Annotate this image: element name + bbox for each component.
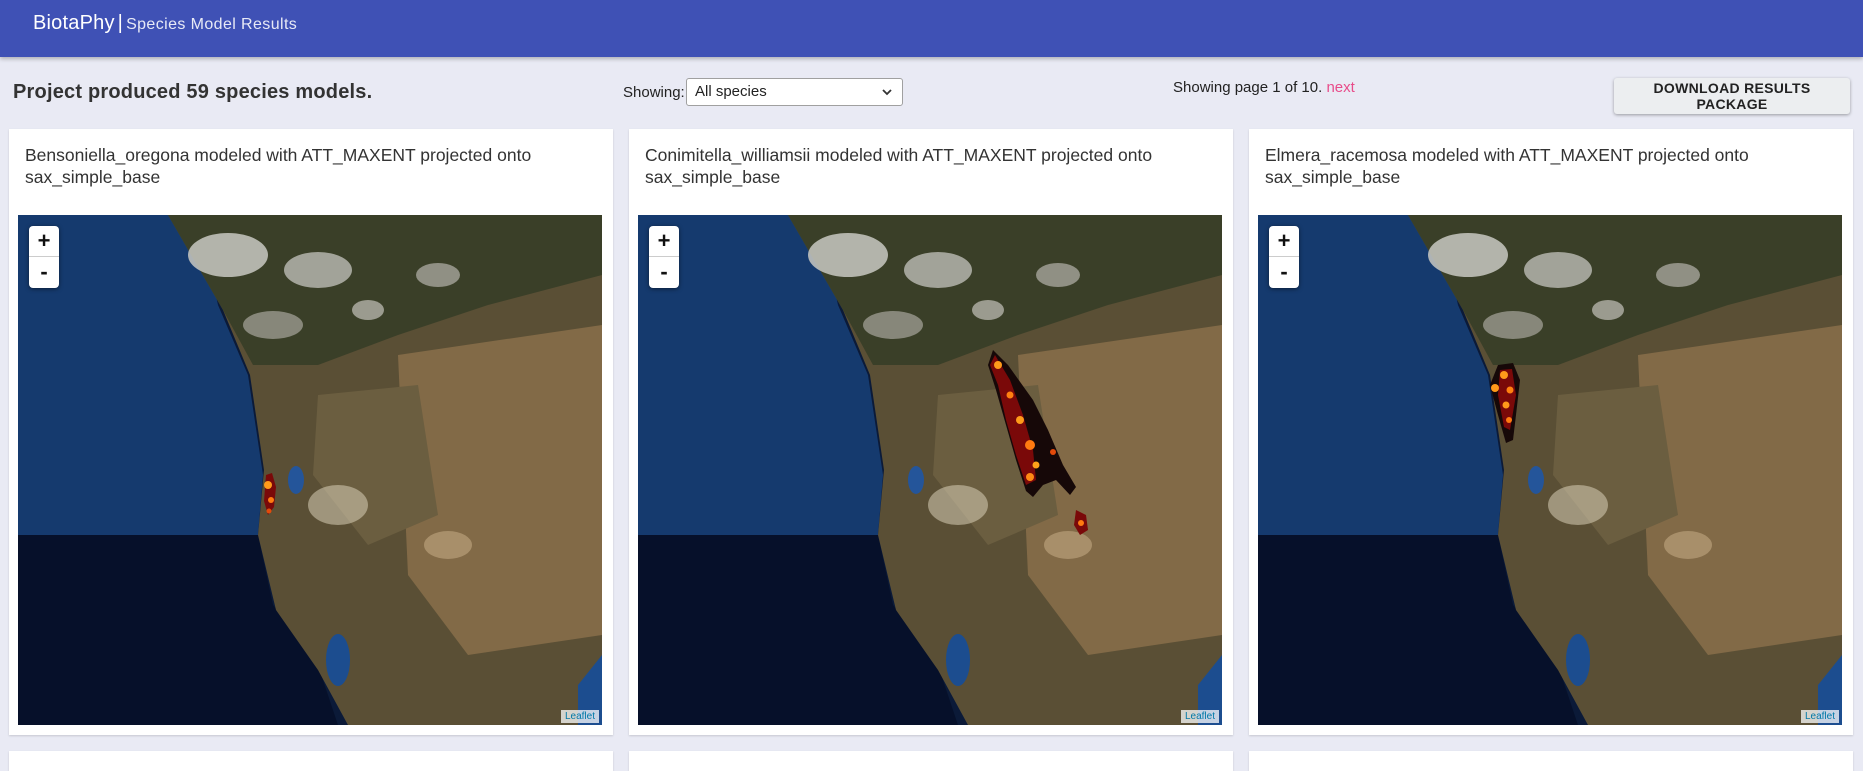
zoom-control: + -	[1269, 226, 1299, 288]
zoom-control: + -	[29, 226, 59, 288]
next-page-link[interactable]: next	[1326, 79, 1354, 96]
prediction-overlay	[264, 473, 276, 515]
model-card-next-row	[1249, 751, 1853, 771]
chevron-down-icon	[882, 89, 892, 96]
zoom-control: + -	[649, 226, 679, 288]
species-map[interactable]: + - Leaflet	[1258, 215, 1842, 725]
zoom-out-button[interactable]: -	[649, 257, 679, 288]
title-separator: |	[117, 12, 124, 34]
leaflet-attribution-link[interactable]: Leaflet	[560, 710, 599, 723]
model-title: Elmera_racemosa modeled with ATT_MAXENT …	[1265, 145, 1749, 187]
page-subtitle: Species Model Results	[126, 16, 298, 33]
model-card: Bensoniella_oregona modeled with ATT_MAX…	[9, 129, 613, 735]
species-filter-value: All species	[695, 83, 767, 100]
species-map[interactable]: + - Leaflet	[18, 215, 602, 725]
model-card-next-row	[9, 751, 613, 771]
model-card-next-row	[629, 751, 1233, 771]
species-filter-select[interactable]: All species	[686, 78, 903, 106]
zoom-out-button[interactable]: -	[29, 257, 59, 288]
leaflet-attribution-link[interactable]: Leaflet	[1180, 710, 1219, 723]
zoom-in-button[interactable]: +	[649, 226, 679, 257]
model-title: Bensoniella_oregona modeled with ATT_MAX…	[25, 145, 532, 187]
zoom-in-button[interactable]: +	[29, 226, 59, 257]
brand-name[interactable]: BiotaPhy	[33, 12, 115, 34]
results-summary: Project produced 59 species models.	[13, 81, 373, 103]
zoom-out-button[interactable]: -	[1269, 257, 1299, 288]
model-card: Conimitella_williamsii modeled with ATT_…	[629, 129, 1233, 735]
app-title: BiotaPhy | Species Model Results	[33, 12, 297, 35]
prediction-overlay	[988, 350, 1088, 535]
leaflet-attribution-link[interactable]: Leaflet	[1800, 710, 1839, 723]
prediction-overlay	[1490, 363, 1520, 443]
pagination-status: Showing page 1 of 10. next	[1173, 79, 1355, 96]
zoom-in-button[interactable]: +	[1269, 226, 1299, 257]
app-bar: BiotaPhy | Species Model Results	[0, 0, 1863, 57]
species-map[interactable]: + - Leaflet	[638, 215, 1222, 725]
download-results-button[interactable]: DOWNLOAD RESULTS PACKAGE	[1614, 78, 1850, 114]
pagination-text: Showing page 1 of 10.	[1173, 79, 1323, 96]
filter-label: Showing:	[623, 84, 685, 101]
model-card: Elmera_racemosa modeled with ATT_MAXENT …	[1249, 129, 1853, 735]
model-title: Conimitella_williamsii modeled with ATT_…	[645, 145, 1153, 187]
